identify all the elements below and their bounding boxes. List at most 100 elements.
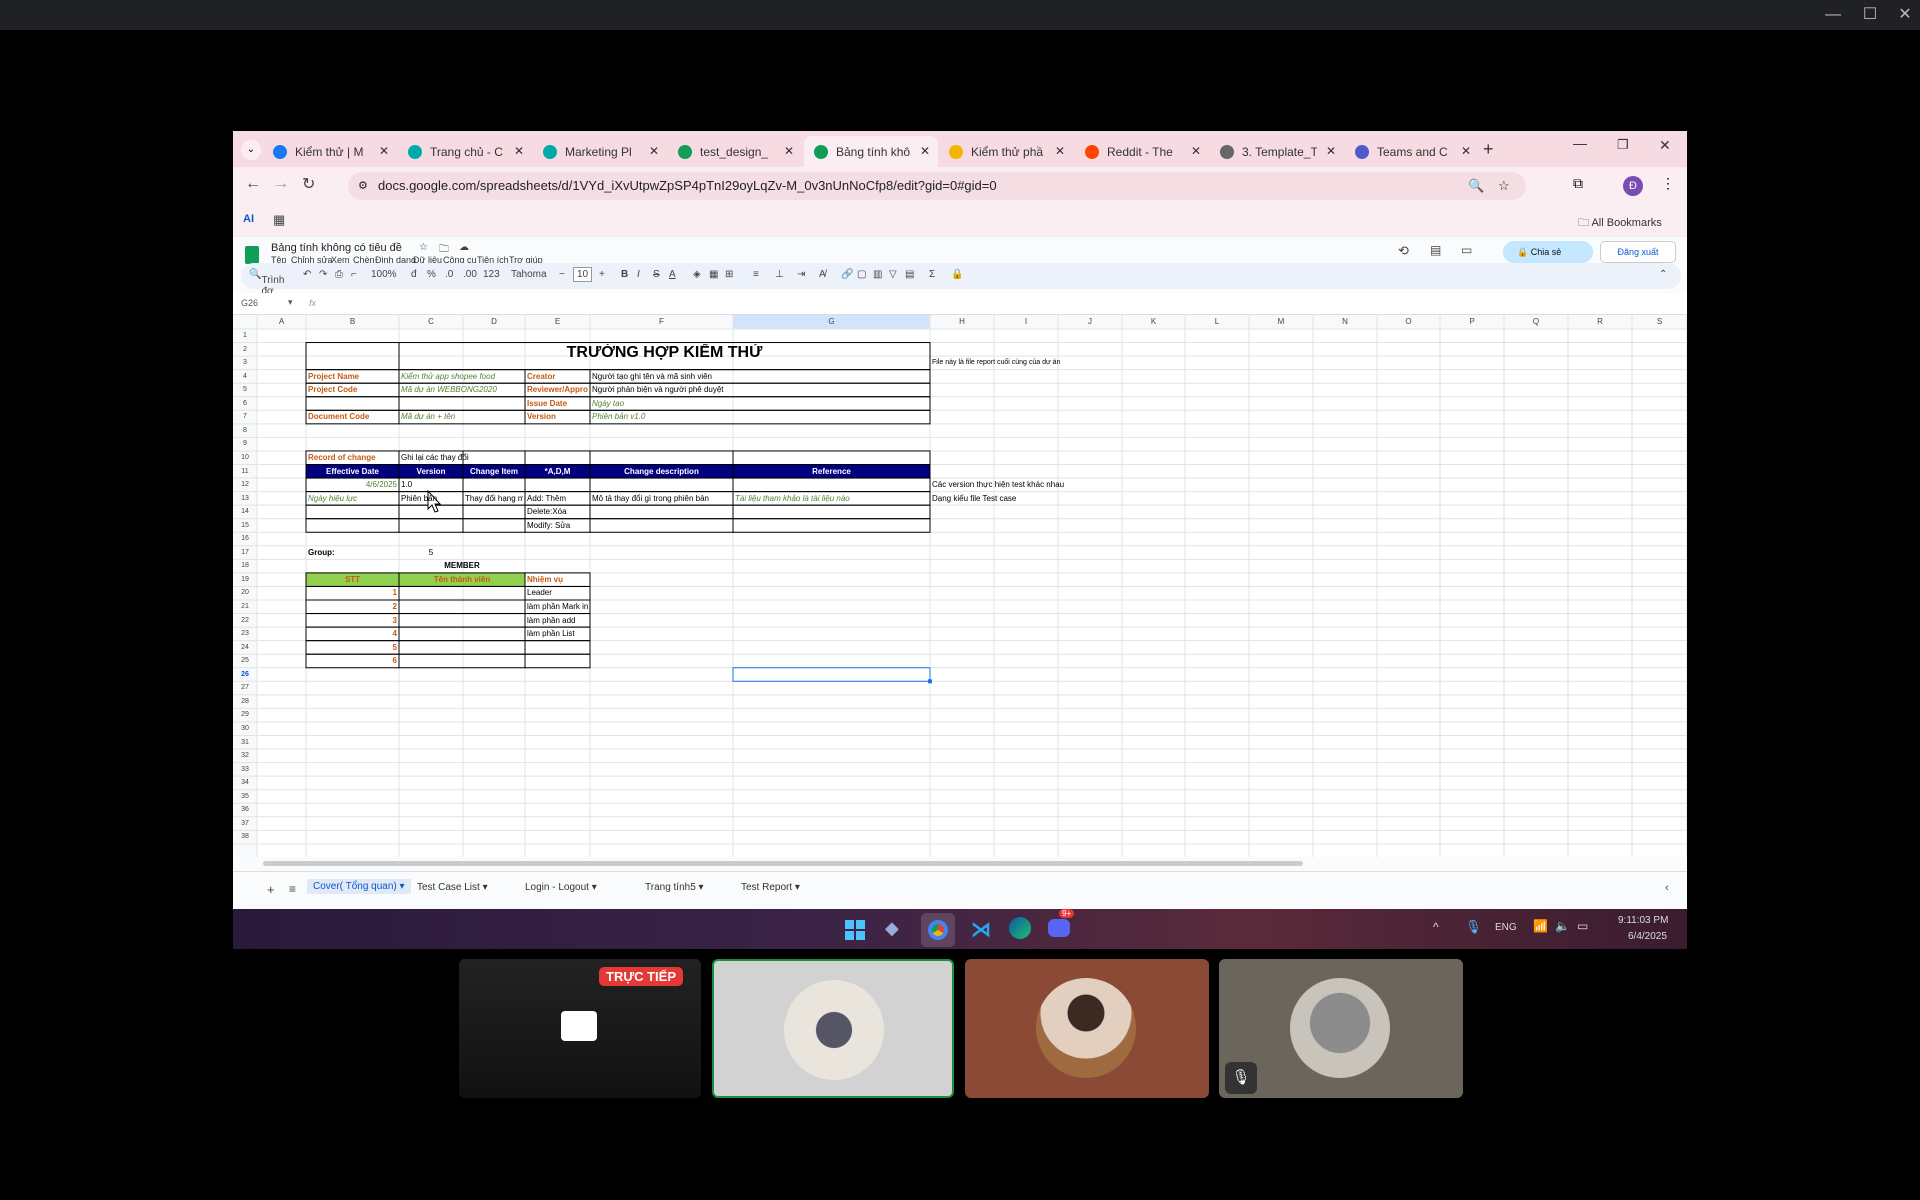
increase-decimal-button[interactable]: .00 [463, 269, 477, 280]
vscode-icon[interactable]: ⋊ [971, 917, 991, 942]
wifi-icon[interactable]: 📶 [1533, 919, 1548, 933]
change-header-cell[interactable]: Reference [735, 466, 928, 478]
functions-icon[interactable]: Σ [929, 269, 935, 280]
merge-icon[interactable]: ⊞ [725, 269, 733, 280]
comment-icon[interactable]: ▢ [857, 269, 866, 280]
cell[interactable]: STT [308, 574, 397, 586]
share-button[interactable]: 🔒 Chia sẻ [1503, 241, 1593, 263]
volume-icon[interactable]: 🔈 [1555, 919, 1570, 933]
cell[interactable]: Người phản biện và người phê duyệt [592, 384, 928, 396]
wrap-icon[interactable]: ⇥ [797, 269, 805, 280]
sheet-tab[interactable]: Cover( Tổng quan) ▾ [307, 879, 411, 894]
cell[interactable]: Mô tả thay đổi gì trong phiên bản [592, 493, 731, 505]
row-header[interactable]: 14 [233, 506, 257, 518]
fill-color-icon[interactable]: ◈ [693, 269, 701, 280]
sheet-tab[interactable]: Trang tính5 ▾ [645, 882, 704, 893]
cell[interactable]: làm phần add [527, 615, 588, 627]
sheet-tab-dropdown-icon[interactable]: ▾ [397, 881, 405, 892]
cell[interactable]: Tên thành viên [401, 574, 523, 586]
change-header-cell[interactable]: Change Item [465, 466, 523, 478]
redo-icon[interactable]: ↷ [319, 269, 327, 280]
row-header[interactable]: 27 [233, 682, 257, 694]
row-header[interactable]: 21 [233, 601, 257, 613]
filter-views-icon[interactable]: ▤ [905, 269, 914, 280]
cell[interactable]: Phiên bản [401, 493, 461, 505]
column-header[interactable]: R [1568, 316, 1632, 328]
cell[interactable]: làm phần List [527, 628, 588, 640]
close-tab-icon[interactable]: ✕ [1326, 144, 1336, 158]
logout-button[interactable]: Đăng xuất [1600, 241, 1676, 263]
add-sheet-icon[interactable]: + [267, 882, 275, 897]
clock-time[interactable]: 9:11:03 PM [1618, 915, 1668, 926]
row-header[interactable]: 2 [233, 344, 257, 356]
row-header[interactable]: 25 [233, 655, 257, 667]
all-bookmarks-button[interactable]: 🗀 All Bookmarks [1578, 214, 1662, 233]
row-header[interactable]: 23 [233, 628, 257, 640]
row-header[interactable]: 5 [233, 384, 257, 396]
cell[interactable]: Phiên bản v1.0 [592, 411, 928, 423]
font-size-decrease-icon[interactable]: − [559, 269, 565, 280]
cell[interactable]: Version [527, 411, 588, 423]
cell[interactable]: Các version thực hiện test khác nhau [932, 479, 1183, 491]
cell[interactable]: 5 [308, 642, 397, 654]
cell[interactable]: Ngày hiệu lực [308, 493, 397, 505]
column-header[interactable]: F [590, 316, 733, 328]
address-bar[interactable]: ⚙ docs.google.com/spreadsheets/d/1VYd_iX… [348, 172, 1526, 200]
row-header[interactable]: 8 [233, 425, 257, 437]
chrome-taskbar-button[interactable] [921, 913, 955, 947]
browser-tab[interactable]: Marketing Pl ✕ [533, 136, 667, 167]
back-icon[interactable]: ← [245, 175, 261, 193]
cell[interactable]: 1.0 [401, 479, 461, 491]
scroll-thumb[interactable] [263, 861, 1303, 866]
cell[interactable]: Reviewer/Approver [527, 384, 588, 396]
row-header[interactable]: 37 [233, 818, 257, 830]
cell[interactable]: Document Code [308, 411, 397, 423]
bold-button[interactable]: B [621, 269, 628, 280]
column-header[interactable]: J [1058, 316, 1122, 328]
cell[interactable]: Leader [527, 587, 588, 599]
browser-tab[interactable]: Bảng tính khô ✕ [804, 136, 938, 167]
document-title[interactable]: Bảng tính không có tiêu đề [271, 242, 402, 254]
row-header[interactable]: 11 [233, 466, 257, 478]
currency-button[interactable]: đ [411, 269, 417, 280]
row-header[interactable]: 29 [233, 709, 257, 721]
sheet-tab[interactable]: Test Report ▾ [741, 882, 800, 893]
forward-icon[interactable]: → [273, 175, 289, 193]
sheet-tab-dropdown-icon[interactable]: ▾ [792, 882, 800, 893]
ai-mode-button[interactable]: AI [243, 213, 254, 225]
cell[interactable]: Ghi lại các thay đổi [401, 452, 523, 464]
print-icon[interactable]: ⎙ [335, 269, 343, 280]
minimize-icon[interactable]: — [1573, 135, 1587, 151]
close-tab-icon[interactable]: ✕ [1461, 144, 1471, 158]
cell[interactable]: Modify: Sửa [527, 520, 588, 532]
windows-start-icon[interactable] [845, 920, 865, 940]
align-icon[interactable]: ≡ [753, 269, 759, 280]
participant-tile-robot[interactable] [712, 959, 954, 1098]
row-header[interactable]: 17 [233, 547, 257, 559]
column-header[interactable]: P [1440, 316, 1504, 328]
undo-icon[interactable]: ↶ [303, 269, 311, 280]
sheet-tab[interactable]: Login - Logout ▾ [525, 882, 597, 893]
cell[interactable]: 4/6/2025 [308, 479, 397, 491]
row-header[interactable]: 22 [233, 615, 257, 627]
cell[interactable]: Delete:Xóa [527, 506, 588, 518]
filter-icon[interactable]: ▽ [889, 269, 897, 280]
browser-tab[interactable]: Reddit - The ✕ [1075, 136, 1209, 167]
copilot-icon[interactable]: ◆ [885, 918, 899, 939]
row-header[interactable]: 19 [233, 574, 257, 586]
browser-tab[interactable]: test_design_ ✕ [668, 136, 802, 167]
column-header[interactable]: B [306, 316, 399, 328]
minimize-icon[interactable]: — [1823, 6, 1843, 24]
close-tab-icon[interactable]: ✕ [514, 144, 524, 158]
cell[interactable]: 5 [401, 547, 461, 559]
new-tab-icon[interactable]: + [1483, 139, 1494, 160]
profile-avatar[interactable]: Đ [1623, 176, 1643, 196]
cell[interactable]: 3 [308, 615, 397, 627]
strikethrough-icon[interactable]: S [653, 269, 660, 280]
cell[interactable]: Nhiệm vụ [527, 574, 588, 586]
change-header-cell[interactable]: Version [401, 466, 461, 478]
rotate-icon[interactable]: A̸ [819, 269, 826, 280]
column-header[interactable]: C [399, 316, 463, 328]
cell[interactable]: Record of change [308, 452, 397, 464]
horizontal-scrollbar[interactable] [233, 857, 1687, 871]
